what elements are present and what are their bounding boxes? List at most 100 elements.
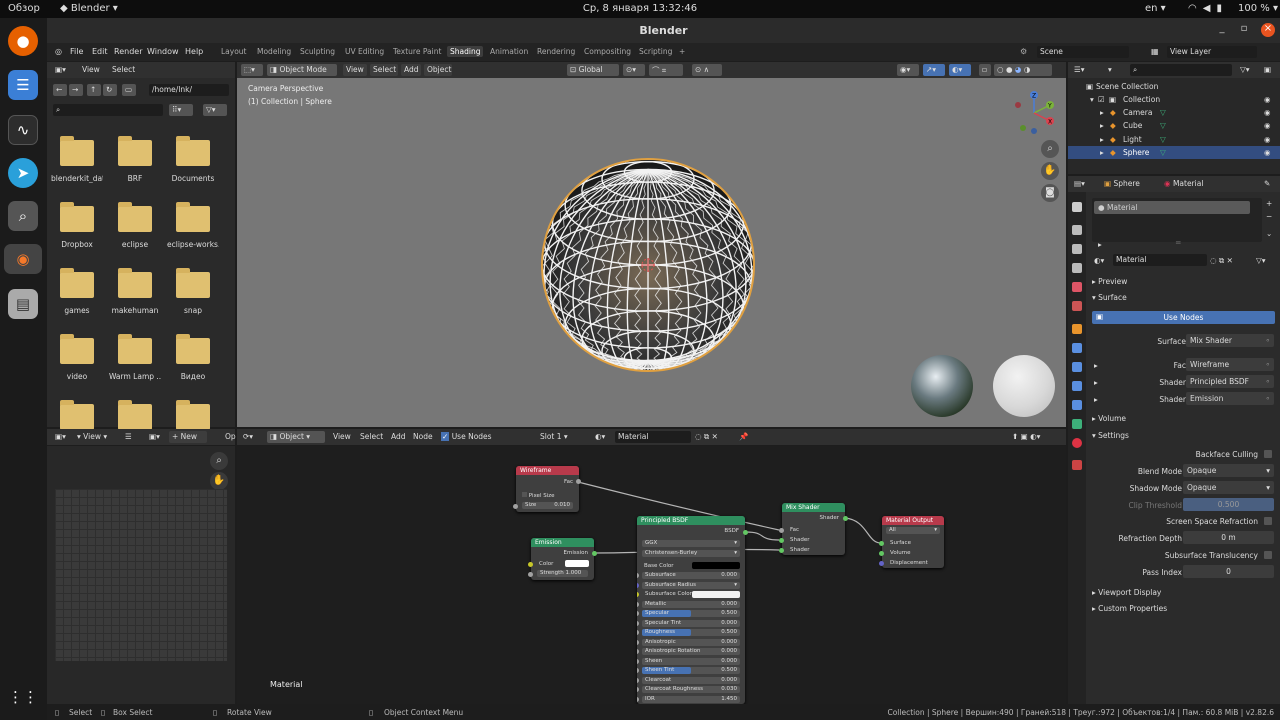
socket[interactable] (637, 668, 639, 673)
data-tab-icon[interactable] (1072, 419, 1082, 429)
output-target-selector[interactable]: All ▾ (886, 527, 940, 534)
material-output-node[interactable]: Material Output All ▾ Surface Volume Disp… (882, 516, 944, 568)
3d-viewport[interactable]: Camera Perspective (1) Collection | Sphe… (237, 78, 1066, 427)
principled-bsdf-node[interactable]: Principled BSDF BSDF GGX ▾ Christensen-Bu… (637, 516, 745, 704)
xray-icon[interactable]: ▫ (979, 64, 991, 76)
slot-menu-icon[interactable]: ⌄ (1266, 229, 1272, 238)
outliner-search-input[interactable]: ⌕ (1130, 64, 1232, 76)
tab-layout[interactable]: Layout (218, 46, 250, 57)
fb-menu-view[interactable]: View (82, 65, 100, 74)
vp-menu-select[interactable]: Select (370, 64, 398, 76)
tray-icons[interactable]: ◠◀▮ (1188, 3, 1228, 14)
outliner-display-icon[interactable]: ▾ (1108, 65, 1112, 74)
socket[interactable] (637, 630, 639, 635)
scene-selector[interactable]: Scene (1037, 46, 1129, 58)
image-canvas-grid[interactable] (55, 489, 227, 661)
sss-method-selector[interactable]: Christensen-Burley ▾ (642, 550, 740, 557)
pin-icon[interactable]: 📌 (739, 432, 748, 441)
socket[interactable] (637, 582, 639, 588)
socket[interactable] (637, 696, 639, 702)
vp-menu-object[interactable]: Object (424, 64, 452, 76)
material-browse-icon[interactable]: ◐▾ (1094, 256, 1104, 265)
wireframe-node[interactable]: Wireframe Fac Pixel Size Size 0.010 (516, 466, 579, 512)
tab-uv-editing[interactable]: UV Editing (342, 46, 387, 57)
app-grid-icon[interactable]: ⋮⋮ (8, 682, 38, 712)
surface-shader-field[interactable]: Mix Shader ◦ (1186, 334, 1274, 347)
clip-threshold-field[interactable]: 0.500 (1183, 498, 1274, 511)
fb-menu-select[interactable]: Select (112, 65, 135, 74)
eye-icon[interactable]: ◉ (1264, 135, 1271, 144)
folder-item[interactable]: Dropbox (51, 202, 103, 249)
folder-item[interactable]: blenderkit_dat (51, 136, 103, 183)
add-workspace-button[interactable]: + (676, 46, 688, 57)
slot-selector[interactable]: Slot 1 ▾ (537, 431, 585, 443)
viewport-display-panel[interactable]: ▸ Viewport Display (1092, 588, 1161, 597)
object-tab-icon[interactable] (1072, 324, 1082, 334)
custom-properties-panel[interactable]: ▸ Custom Properties (1092, 604, 1167, 613)
notes-app-icon[interactable]: ☰ (8, 70, 38, 100)
fac-input-field[interactable]: Wireframe ◦ (1186, 358, 1274, 371)
close-icon[interactable]: × (1261, 23, 1275, 37)
outliner-type-icon[interactable]: ☰▾ (1074, 65, 1085, 74)
refraction-depth-field[interactable]: 0 m (1183, 531, 1274, 544)
material-tab-icon[interactable] (1072, 438, 1082, 448)
menu-edit[interactable]: Edit (92, 47, 108, 56)
socket[interactable] (576, 479, 581, 484)
emission-node[interactable]: Emission Emission Color Strength 1.000 (531, 538, 594, 580)
gizmo-icon[interactable]: ↗▾ (923, 64, 945, 76)
properties-type-icon[interactable]: ▤▾ (1074, 179, 1085, 188)
display-mode-icon[interactable]: ⠿▾ (169, 104, 193, 116)
material-slot-item[interactable]: ● Material (1094, 201, 1250, 214)
visibility-icon[interactable]: ◉▾ (897, 64, 919, 76)
folder-item[interactable]: Видео (167, 334, 219, 381)
outliner-scene-collection[interactable]: ▣ Scene Collection (1068, 80, 1280, 93)
socket[interactable] (879, 551, 884, 556)
tab-scripting[interactable]: Scripting (636, 46, 675, 57)
bsdf-input-field[interactable]: Roughness 0.500 (642, 629, 740, 636)
bsdf-input-field[interactable]: Anisotropic 0.000 (642, 638, 740, 646)
maximize-icon[interactable]: ▫ (1237, 23, 1251, 37)
modifiers-tab-icon[interactable] (1072, 343, 1082, 353)
telegram-icon[interactable]: ➤ (8, 158, 38, 188)
socket[interactable] (779, 538, 784, 543)
folder-item[interactable]: eclipse-works... (167, 202, 219, 249)
blender-logo-icon[interactable]: ◎ (55, 47, 62, 56)
material-context[interactable]: ◉ Material (1164, 179, 1203, 188)
bsdf-input-field[interactable]: Subsurface Radius ▾ (642, 581, 740, 589)
blender-dock-icon[interactable]: ◉ (4, 244, 42, 274)
bsdf-input-field[interactable]: Subsurface Color (642, 591, 740, 598)
menu-render[interactable]: Render (114, 47, 142, 56)
ne-menu-node[interactable]: Node (413, 432, 433, 441)
bsdf-input-field[interactable]: Specular 0.500 (642, 610, 740, 617)
socket[interactable] (637, 573, 639, 578)
socket[interactable] (528, 572, 533, 577)
editor-type-icon[interactable]: ▣▾ (55, 65, 66, 74)
eye-icon[interactable]: ◉ (1264, 121, 1271, 130)
eye-icon[interactable]: ◉ (1264, 95, 1271, 104)
texture-tab-icon[interactable] (1072, 460, 1082, 470)
socket[interactable] (637, 649, 639, 654)
filter-icon[interactable]: ▽▾ (203, 104, 227, 116)
fake-user-icon[interactable]: ◌ ⧉ ✕ (695, 432, 718, 442)
socket[interactable] (637, 687, 639, 692)
remove-slot-icon[interactable]: − (1266, 212, 1272, 221)
folder-item[interactable]: BRF (109, 136, 161, 183)
node-overlay-icons[interactable]: ⬆ ▣ ◐▾ (1012, 432, 1040, 441)
node-editor[interactable]: Material Wireframe Fac Pixel Size Size 0.… (237, 446, 1066, 704)
language-indicator[interactable]: en ▾ (1145, 3, 1166, 14)
base-color-swatch[interactable] (692, 562, 740, 569)
folder-item[interactable]: Documents (167, 136, 219, 183)
material-name-field[interactable]: Material (615, 431, 691, 443)
camera-view-icon[interactable]: ◙ (1041, 184, 1059, 202)
eye-icon[interactable]: ◉ (1264, 148, 1271, 157)
mode-selector[interactable]: ◨ Object Mode (267, 64, 337, 76)
socket[interactable] (592, 551, 597, 556)
blend-mode-select[interactable]: Opaque ▾ (1183, 464, 1274, 477)
outliner-item-camera[interactable]: ▸ ◆ Camera ▽ ◉ (1068, 106, 1280, 119)
bsdf-input-field[interactable]: Specular Tint 0.000 (642, 619, 740, 627)
physics-tab-icon[interactable] (1072, 381, 1082, 391)
bsdf-input-field[interactable]: Anisotropic Rotation 0.000 (642, 648, 740, 655)
material-datablock-field[interactable]: Material (1113, 254, 1207, 266)
parent-icon[interactable]: ↑ (87, 84, 101, 96)
image-editor-type-icon[interactable]: ▣▾ (55, 432, 66, 441)
